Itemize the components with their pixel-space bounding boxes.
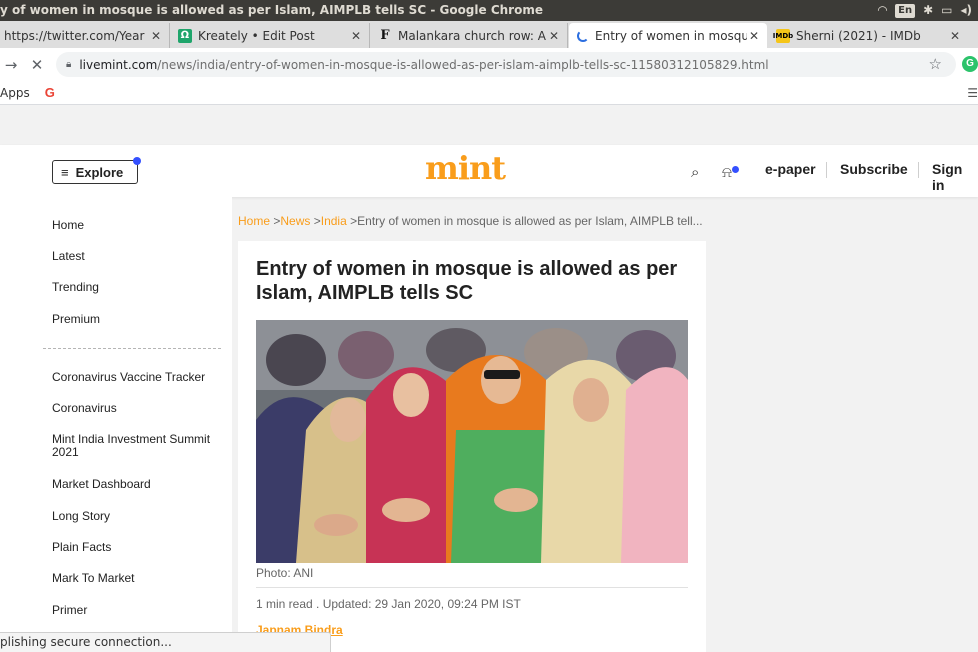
close-icon[interactable]: ✕ bbox=[547, 29, 561, 43]
keyboard-language-indicator[interactable]: En bbox=[895, 3, 916, 18]
tab-title: Sherni (2021) - IMDb bbox=[796, 28, 921, 43]
tab-forbes[interactable]: F Malankara church row: A ✕ bbox=[370, 23, 568, 48]
bluetooth-icon[interactable]: ✱ bbox=[923, 0, 933, 21]
forward-icon[interactable]: → bbox=[0, 56, 22, 74]
tab-title: Entry of women in mosqu bbox=[595, 28, 747, 43]
tab-strip: https://twitter.com/Year ✕ Ω Kreately • … bbox=[0, 21, 978, 48]
notification-dot bbox=[732, 166, 739, 173]
sign-in-link[interactable]: Sign in bbox=[932, 161, 978, 193]
lock-icon[interactable]: 🔒︎ bbox=[66, 59, 71, 70]
sidebar-item-premium[interactable]: Premium bbox=[52, 313, 222, 326]
browser-status-bubble: plishing secure connection... bbox=[0, 632, 331, 652]
window-title: y of women in mosque is allowed as per I… bbox=[0, 3, 543, 17]
mint-logo[interactable]: mint bbox=[425, 149, 506, 187]
sidebar-item-mark-to-market[interactable]: Mark To Market bbox=[52, 572, 222, 585]
tab-livemint-active[interactable]: Entry of women in mosqu ✕ bbox=[569, 23, 767, 48]
sidebar-item-long-story[interactable]: Long Story bbox=[52, 510, 222, 523]
close-icon[interactable]: ✕ bbox=[948, 29, 962, 43]
article-headline: Entry of women in mosque is allowed as p… bbox=[256, 258, 678, 304]
breadcrumb-current: Entry of women in mosque is allowed as p… bbox=[357, 214, 703, 228]
tab-kreately[interactable]: Ω Kreately • Edit Post ✕ bbox=[170, 23, 370, 48]
forbes-icon: F bbox=[380, 28, 390, 43]
divider bbox=[826, 162, 827, 178]
stop-loading-icon[interactable]: ✕ bbox=[26, 56, 48, 74]
bookmarks-bar: Apps G ☰ bbox=[0, 81, 978, 105]
google-icon[interactable]: G bbox=[45, 85, 55, 100]
search-icon[interactable]: ⌕ bbox=[691, 163, 699, 181]
kreately-icon: Ω bbox=[178, 28, 192, 43]
web-page: ≡ Explore mint ⌕ ⍾ e-paper Subscribe Sig… bbox=[0, 106, 978, 652]
sidebar-item-home[interactable]: Home bbox=[52, 219, 222, 232]
tab-title: Malankara church row: A bbox=[398, 28, 546, 43]
breadcrumb-home[interactable]: Home bbox=[238, 214, 270, 228]
photo-caption: Photo: ANI bbox=[256, 566, 314, 580]
browser-toolbar: → ✕ 🔒︎ livemint.com/news/india/entry-of-… bbox=[0, 48, 978, 81]
subscribe-link[interactable]: Subscribe bbox=[840, 161, 908, 177]
sidebar-nav: Home Latest Trending Premium Coronavirus… bbox=[0, 197, 232, 652]
divider bbox=[918, 162, 919, 178]
battery-icon[interactable]: ▭ bbox=[941, 0, 952, 21]
sidebar-item-market-dashboard[interactable]: Market Dashboard bbox=[52, 478, 222, 491]
sidebar-item-plain-facts[interactable]: Plain Facts bbox=[52, 541, 222, 554]
bell-icon[interactable]: ⍾ bbox=[722, 163, 732, 181]
reading-list-icon[interactable]: ☰ bbox=[967, 86, 978, 100]
explore-label: Explore bbox=[75, 164, 124, 180]
bookmark-star-icon[interactable]: ☆ bbox=[929, 55, 942, 73]
extension-icon[interactable]: G bbox=[962, 56, 978, 72]
explore-button[interactable]: ≡ Explore bbox=[52, 157, 141, 184]
article-card: Entry of women in mosque is allowed as p… bbox=[238, 241, 706, 652]
article-hero-image[interactable] bbox=[256, 320, 688, 563]
sidebar-item-coronavirus[interactable]: Coronavirus bbox=[52, 402, 222, 415]
window-title-bar: y of women in mosque is allowed as per I… bbox=[0, 0, 978, 21]
address-bar[interactable]: 🔒︎ livemint.com/news/india/entry-of-wome… bbox=[56, 52, 956, 77]
volume-icon[interactable]: ◂) bbox=[960, 0, 972, 21]
close-icon[interactable]: ✕ bbox=[149, 29, 163, 43]
breadcrumb-separator: > bbox=[313, 214, 321, 228]
breadcrumb-news[interactable]: News bbox=[280, 214, 310, 228]
tab-title: Kreately • Edit Post bbox=[198, 28, 315, 43]
url-host: livemint.com bbox=[79, 57, 158, 72]
wifi-icon[interactable]: ◠ bbox=[878, 0, 887, 21]
article-divider bbox=[256, 587, 688, 588]
sidebar-item-vaccine-tracker[interactable]: Coronavirus Vaccine Tracker bbox=[52, 371, 222, 384]
close-icon[interactable]: ✕ bbox=[349, 29, 363, 43]
sidebar-item-primer[interactable]: Primer bbox=[52, 604, 222, 617]
close-icon[interactable]: ✕ bbox=[747, 29, 761, 43]
sidebar-divider bbox=[43, 348, 221, 349]
breadcrumb: Home >News >India >Entry of women in mos… bbox=[238, 214, 704, 228]
women-praying-photo bbox=[256, 320, 688, 563]
epaper-link[interactable]: e-paper bbox=[765, 161, 816, 177]
sidebar-item-trending[interactable]: Trending bbox=[52, 281, 222, 294]
menu-icon: ≡ bbox=[61, 164, 69, 180]
breadcrumb-india[interactable]: India bbox=[321, 214, 347, 228]
loading-spinner-icon bbox=[577, 29, 589, 42]
imdb-icon: IMDb bbox=[773, 28, 793, 43]
tab-title: https://twitter.com/Year bbox=[4, 28, 145, 43]
notification-dot bbox=[133, 157, 141, 165]
sidebar-item-investment-summit[interactable]: Mint India Investment Summit 2021 bbox=[52, 433, 222, 459]
system-tray: ◠ En ✱ ▭ ◂) bbox=[878, 0, 978, 21]
sidebar-item-latest[interactable]: Latest bbox=[52, 250, 222, 263]
site-header: ≡ Explore mint ⌕ ⍾ e-paper Subscribe Sig… bbox=[0, 145, 978, 197]
tab-twitter[interactable]: https://twitter.com/Year ✕ bbox=[0, 23, 170, 48]
article-meta: 1 min read . Updated: 29 Jan 2020, 09:24… bbox=[256, 597, 521, 611]
tab-imdb[interactable]: IMDb Sherni (2021) - IMDb ✕ bbox=[768, 23, 968, 48]
bookmark-apps[interactable]: Apps bbox=[0, 86, 30, 100]
url-path: /news/india/entry-of-women-in-mosque-is-… bbox=[157, 57, 769, 72]
